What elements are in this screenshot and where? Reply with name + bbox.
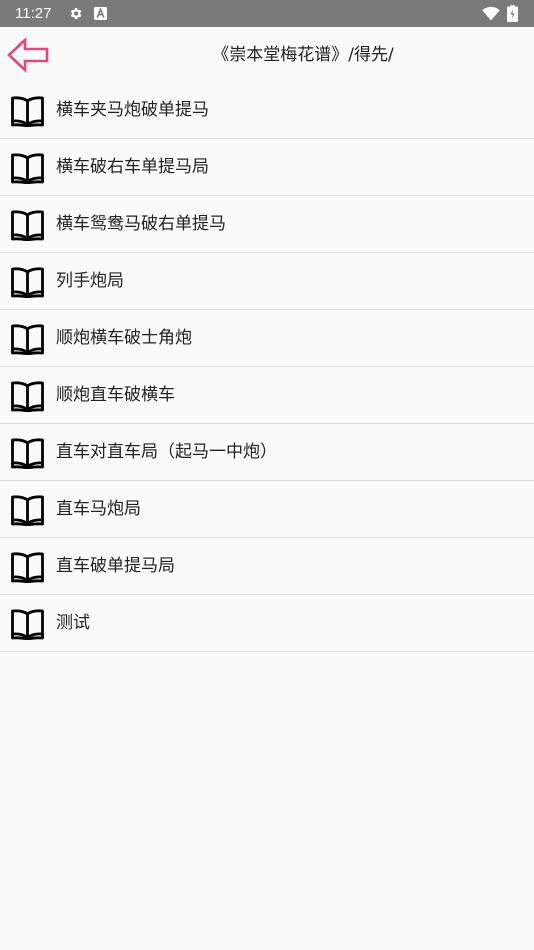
list-item[interactable]: 横车夹马炮破单提马 [0,82,534,139]
list-item[interactable]: 列手炮局 [0,253,534,310]
page-title: 《崇本堂梅花谱》/得先/ [212,45,394,65]
list-item-label: 列手炮局 [56,271,124,291]
wifi-icon [482,6,500,21]
list-item[interactable]: 横车鸳鸯马破右单提马 [0,196,534,253]
book-icon [11,438,44,469]
list-item[interactable]: 测试 [0,595,534,652]
book-icon [11,324,44,355]
list-item-label: 测试 [56,613,90,633]
book-icon [11,495,44,526]
book-icon [11,552,44,583]
book-icon [11,96,44,127]
status-bar: 11:27 [0,0,534,27]
battery-icon [507,5,518,22]
list-item-label: 直车对直车局（起马一中炮） [56,442,277,462]
book-icon [11,609,44,640]
list-item[interactable]: 顺炮横车破士角炮 [0,310,534,367]
book-icon [11,381,44,412]
list-item-label: 直车破单提马局 [56,556,175,576]
app-bar: 《崇本堂梅花谱》/得先/ [0,27,534,82]
list-item[interactable]: 直车马炮局 [0,481,534,538]
a-icon [94,7,107,20]
list-item-label: 横车鸳鸯马破右单提马 [56,214,226,234]
list-item-label: 直车马炮局 [56,499,141,519]
list-item-label: 顺炮直车破横车 [56,385,175,405]
book-icon [11,210,44,241]
book-icon [11,267,44,298]
list-item[interactable]: 横车破右车单提马局 [0,139,534,196]
book-icon [11,153,44,184]
list: 横车夹马炮破单提马 横车破右车单提马局 横车鸳鸯马破右单提马 列手炮局 顺炮横车… [0,82,534,652]
list-item[interactable]: 直车对直车局（起马一中炮） [0,424,534,481]
list-item-label: 横车破右车单提马局 [56,157,209,177]
list-item[interactable]: 直车破单提马局 [0,538,534,595]
arrow-left-icon [7,36,49,74]
list-item[interactable]: 顺炮直车破横车 [0,367,534,424]
list-item-label: 顺炮横车破士角炮 [56,328,192,348]
back-button[interactable] [6,36,50,74]
status-time: 11:27 [15,5,52,22]
list-item-label: 横车夹马炮破单提马 [56,100,209,120]
gear-icon [70,8,82,19]
